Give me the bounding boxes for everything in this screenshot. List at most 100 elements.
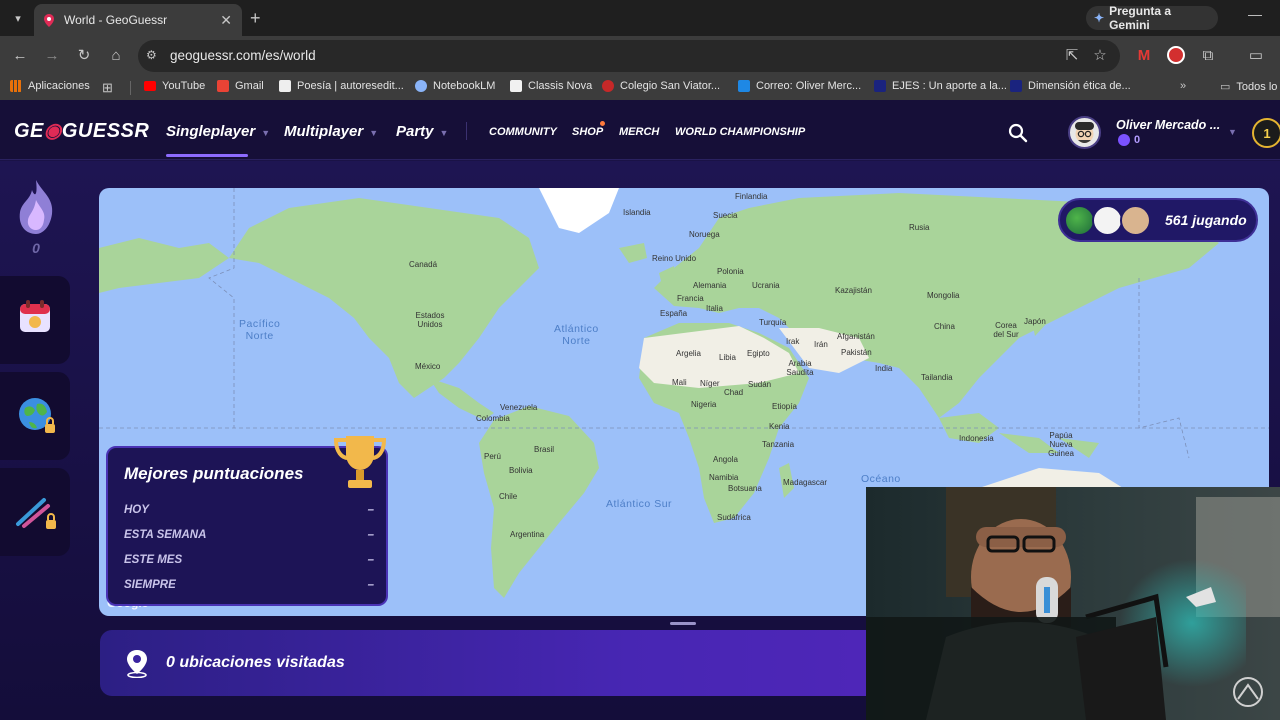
nav-merch[interactable]: MERCH: [619, 126, 659, 138]
bookmark-youtube[interactable]: YouTube: [144, 80, 205, 92]
map-resize-handle[interactable]: [670, 622, 696, 625]
country-label: Madagascar: [783, 478, 828, 487]
country-label: Botsuana: [728, 484, 762, 493]
score-row-alltime: SIEMPRE –: [124, 579, 374, 595]
user-name[interactable]: Oliver Mercado ...: [1116, 118, 1220, 132]
bookmark-classis-nova[interactable]: Classis Nova: [510, 80, 592, 92]
bookmark-star-icon[interactable]: ☆: [1090, 46, 1110, 66]
bookmark-ejes[interactable]: EJES : Un aporte a la...: [874, 80, 1007, 92]
tab-search-chevron-icon[interactable]: ▾: [6, 6, 30, 30]
bookmark-colegio[interactable]: Colegio San Viator...: [602, 80, 720, 92]
window-minimize-icon[interactable]: —: [1248, 6, 1262, 22]
webcam-overlay: [866, 487, 1280, 720]
site-header: GE◉GUESSR Singleplayer ▼ Multiplayer ▼ Par…: [0, 100, 1280, 160]
bookmark-label: EJES : Un aporte a la...: [892, 80, 1007, 92]
bookmark-notebooklm[interactable]: NotebookLM: [415, 80, 495, 92]
high-scores-panel: Mejores puntuaciones HOY – ESTA SEMANA – E…: [106, 436, 388, 606]
date-line-west: [208, 188, 235, 428]
country-label: Chile: [499, 492, 518, 501]
notebooklm-icon: [415, 80, 427, 92]
score-label: ESTA SEMANA: [124, 529, 207, 541]
country-label: Italia: [706, 304, 723, 313]
landmass-north-america: [229, 198, 539, 398]
user-avatar[interactable]: [1068, 116, 1101, 149]
date-line-east: [1138, 278, 1190, 459]
bookmark-poesia[interactable]: Poesía | autoresedit...: [279, 80, 404, 92]
bookmark-grid[interactable]: ⊞: [102, 80, 113, 96]
reload-icon[interactable]: ↻: [74, 46, 94, 66]
country-label: Irán: [814, 340, 828, 349]
country-label: Noruega: [689, 230, 720, 239]
score-label: HOY: [124, 504, 149, 516]
bookmarks-overflow-icon[interactable]: »: [1180, 80, 1186, 92]
site-info-icon[interactable]: ⚙: [146, 48, 157, 62]
cast-icon[interactable]: ▭: [1246, 46, 1266, 66]
country-label: Libia: [719, 353, 736, 362]
gmail-icon: [217, 80, 229, 92]
bookmark-separator: [130, 81, 131, 95]
nav-multiplayer[interactable]: Multiplayer ▼: [284, 123, 378, 140]
nav-party[interactable]: Party ▼: [396, 123, 448, 140]
bookmark-gmail[interactable]: Gmail: [217, 80, 264, 92]
streak-widget[interactable]: 0: [12, 178, 60, 258]
sidebar-locked-mode[interactable]: [0, 468, 70, 556]
coin-icon: [1118, 134, 1130, 146]
user-menu-chevron-icon[interactable]: ▼: [1228, 127, 1237, 137]
extensions-puzzle-icon[interactable]: ⧉: [1198, 46, 1218, 66]
nav-community[interactable]: COMMUNITY: [489, 126, 557, 138]
country-label: India: [875, 364, 893, 373]
country-label: Tailandia: [921, 373, 953, 382]
logo-text-left: GE: [14, 120, 44, 142]
apps-grid-icon: [10, 80, 22, 92]
country-label: Brasil: [534, 445, 555, 454]
address-bar[interactable]: ⚙ geoguessr.com/es/world: [138, 40, 1120, 72]
extension-record-icon[interactable]: [1166, 46, 1186, 70]
bookmark-apps[interactable]: Aplicaciones: [10, 80, 90, 92]
score-value: –: [367, 529, 374, 541]
chevron-down-icon: ▼: [369, 128, 379, 138]
install-app-icon[interactable]: ⇱: [1062, 46, 1082, 66]
bookmark-label: Todos lo: [1236, 80, 1278, 93]
ocean-text: Atlántico Sur: [606, 498, 673, 510]
ocean-label-pacific: Pacífico Norte: [239, 318, 280, 342]
ocean-label-north-atlantic: Atlántico Norte: [554, 323, 599, 347]
bookmark-label: Dimensión ética de...: [1028, 80, 1131, 92]
player-avatar: [1064, 205, 1095, 236]
sidebar-world-map[interactable]: [0, 372, 70, 460]
nav-world-championship[interactable]: WORLD CHAMPIONSHIP: [675, 126, 805, 138]
country-label: Japón: [1024, 317, 1046, 326]
players-playing-badge[interactable]: 561 jugando: [1058, 198, 1258, 242]
extension-m-icon[interactable]: M: [1134, 46, 1154, 66]
bookmark-label: NotebookLM: [433, 80, 496, 92]
country-label: Sudán: [748, 380, 772, 389]
country-label: Corea del Sur: [993, 321, 1019, 339]
forward-icon[interactable]: →: [42, 46, 62, 66]
browser-tab[interactable]: World - GeoGuessr ✕: [34, 4, 242, 36]
home-icon[interactable]: ⌂: [106, 46, 126, 66]
geoguessr-logo[interactable]: GE◉GUESSR: [14, 118, 149, 143]
ocean-text: Océano: [861, 473, 901, 485]
country-label: Chad: [724, 388, 744, 397]
ask-gemini-button[interactable]: ✦ Pregunta a Gemini: [1086, 4, 1218, 32]
new-tab-button[interactable]: +: [250, 8, 261, 28]
country-label: Colombia: [476, 414, 510, 423]
tab-close-icon[interactable]: ✕: [220, 12, 232, 29]
user-level-badge[interactable]: 1: [1252, 118, 1280, 148]
country-label: Finlandia: [735, 192, 768, 201]
nav-shop[interactable]: SHOP: [572, 126, 603, 138]
search-icon[interactable]: [1008, 123, 1028, 143]
back-icon[interactable]: ←: [10, 46, 30, 66]
nav-party-label: Party: [396, 123, 434, 140]
country-label: Perú: [484, 452, 501, 461]
logo-text-right: GUESSR: [61, 120, 150, 142]
bookmark-correo[interactable]: Correo: Oliver Merc...: [738, 80, 861, 92]
bookmark-dimension[interactable]: Dimensión ética de...: [1010, 80, 1131, 92]
nav-singleplayer[interactable]: Singleplayer ▼: [166, 123, 270, 140]
doc-icon: [874, 80, 886, 92]
sidebar-daily-challenge[interactable]: [0, 276, 70, 364]
ocean-text: Atlántico Norte: [554, 323, 599, 347]
bookmark-all[interactable]: ▭ Todos lo: [1220, 80, 1278, 94]
browser-toolbar: ← → ↻ ⌂ ⚙ geoguessr.com/es/world ⇱ ☆ M ⧉…: [0, 36, 1280, 76]
landmass-greenland: [539, 188, 619, 233]
url-text[interactable]: geoguessr.com/es/world: [170, 48, 316, 63]
